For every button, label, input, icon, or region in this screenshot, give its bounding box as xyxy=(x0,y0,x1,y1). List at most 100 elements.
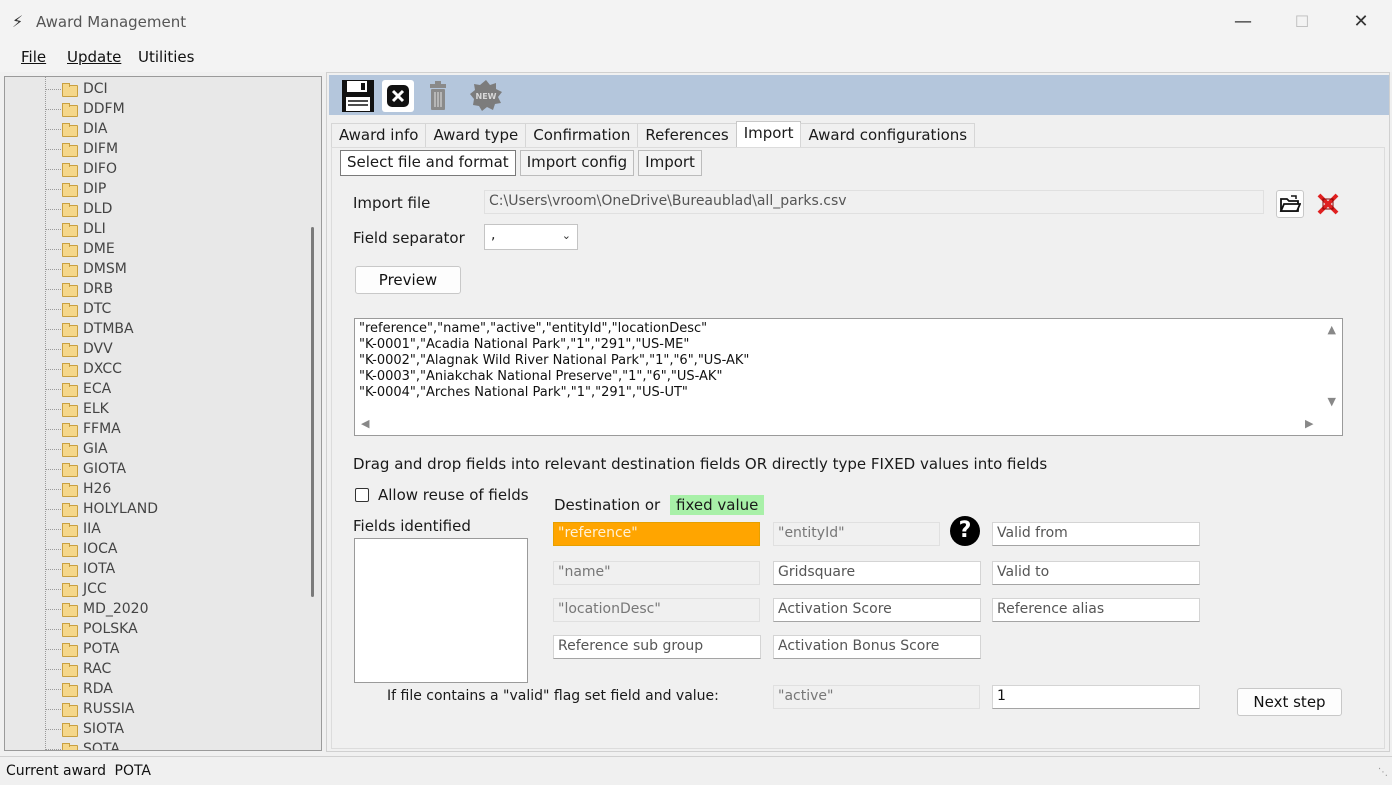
tree-item[interactable]: DIFM xyxy=(45,139,118,159)
tree-item[interactable]: SOTA xyxy=(45,739,120,751)
tab-award-info[interactable]: Award info xyxy=(331,123,427,147)
tree-item[interactable]: DRB xyxy=(45,279,113,299)
tree-item[interactable]: IIA xyxy=(45,519,101,539)
valid-flag-field[interactable]: "active" xyxy=(773,685,980,709)
close-window-button[interactable]: ✕ xyxy=(1346,10,1376,34)
dest-location-desc-field[interactable]: "locationDesc" xyxy=(553,598,760,622)
menu-update[interactable]: Update xyxy=(67,48,121,66)
tree-branch xyxy=(45,368,61,370)
tree-item[interactable]: GIA xyxy=(45,439,108,459)
tree-item[interactable]: DLD xyxy=(45,199,112,219)
dest-reference-field[interactable]: "reference" xyxy=(553,522,760,546)
folder-icon xyxy=(61,722,78,737)
tree-item[interactable]: DIP xyxy=(45,179,106,199)
dest-activation-score-field[interactable]: Activation Score xyxy=(773,598,981,622)
tree-item[interactable]: POLSKA xyxy=(45,619,138,639)
subtab-import-config[interactable]: Import config xyxy=(519,150,635,176)
cancel-button[interactable] xyxy=(381,79,415,113)
folder-icon xyxy=(61,342,78,357)
new-button[interactable]: NEW xyxy=(469,79,503,113)
tree-item[interactable]: H26 xyxy=(45,479,111,499)
tree-branch xyxy=(45,328,61,330)
folder-icon xyxy=(61,202,78,217)
tab-references[interactable]: References xyxy=(637,123,737,147)
tree-item-label: ECA xyxy=(83,381,112,397)
tree-item[interactable]: JCC xyxy=(45,579,107,599)
tree-item[interactable]: FFMA xyxy=(45,419,121,439)
maximize-button[interactable]: ☐ xyxy=(1287,10,1317,34)
menu-file[interactable]: File xyxy=(21,48,46,66)
tree-item[interactable]: MD_2020 xyxy=(45,599,149,619)
folder-icon xyxy=(61,322,78,337)
dest-valid-to-field[interactable]: Valid to xyxy=(992,561,1200,585)
next-step-button[interactable]: Next step xyxy=(1237,688,1342,716)
tree-branch xyxy=(45,108,61,110)
tree-item[interactable]: IOCA xyxy=(45,539,118,559)
tree-item[interactable]: DMSM xyxy=(45,259,127,279)
scroll-down-arrow-icon[interactable]: ▼ xyxy=(1328,395,1336,408)
tree-item[interactable]: DTMBA xyxy=(45,319,134,339)
tree-item[interactable]: DIFO xyxy=(45,159,117,179)
tab-award-type[interactable]: Award type xyxy=(425,123,527,147)
instruction-text: Drag and drop fields into relevant desti… xyxy=(353,455,1048,473)
tree-item[interactable]: DLI xyxy=(45,219,106,239)
dest-entity-id-field[interactable]: "entityId" xyxy=(773,522,940,546)
tree-scrollbar[interactable] xyxy=(311,227,314,597)
subtab-import[interactable]: Import xyxy=(638,150,702,176)
tree-item[interactable]: RUSSIA xyxy=(45,699,134,719)
tree-item[interactable]: POTA xyxy=(45,639,120,659)
delete-button[interactable] xyxy=(421,79,455,113)
tree-item[interactable]: GIOTA xyxy=(45,459,126,479)
save-button[interactable] xyxy=(341,79,375,113)
scroll-right-arrow-icon[interactable]: ▶ xyxy=(1305,417,1313,430)
scroll-up-arrow-icon[interactable]: ▲ xyxy=(1328,323,1336,336)
valid-flag-value-input[interactable]: 1 xyxy=(992,685,1200,709)
preview-line: "K-0001","Acadia National Park","1","291… xyxy=(359,337,690,352)
clear-file-button[interactable] xyxy=(1314,190,1342,218)
tree-item[interactable]: SIOTA xyxy=(45,719,124,739)
scroll-left-arrow-icon[interactable]: ◀ xyxy=(361,417,369,430)
tree-item-label: DTMBA xyxy=(83,321,134,337)
tree-item-label: ELK xyxy=(83,401,109,417)
tab-confirmation[interactable]: Confirmation xyxy=(525,123,639,147)
award-tree[interactable]: DCI DDFM DIA DIFM DIFO DIP DLD DLI DME DMSM DRB DTC… xyxy=(4,76,322,751)
tree-item[interactable]: DTC xyxy=(45,299,111,319)
tree-item[interactable]: DDFM xyxy=(45,99,125,119)
tab-award-configurations[interactable]: Award configurations xyxy=(800,123,976,147)
tree-item[interactable]: DME xyxy=(45,239,115,259)
dest-gridsquare-field[interactable]: Gridsquare xyxy=(773,561,981,585)
tree-item[interactable]: RDA xyxy=(45,679,113,699)
dest-reference-alias-field[interactable]: Reference alias xyxy=(992,598,1200,622)
subtab-select-file[interactable]: Select file and format xyxy=(340,150,516,176)
menu-utilities[interactable]: Utilities xyxy=(138,48,194,66)
tree-item[interactable]: IOTA xyxy=(45,559,115,579)
window-title: Award Management xyxy=(36,13,187,31)
tree-item[interactable]: DXCC xyxy=(45,359,122,379)
browse-file-button[interactable] xyxy=(1276,190,1304,218)
tree-item[interactable]: HOLYLAND xyxy=(45,499,158,519)
dest-activation-bonus-score-field[interactable]: Activation Bonus Score xyxy=(773,635,981,659)
allow-reuse-checkbox[interactable] xyxy=(355,488,369,502)
tree-item-label: MD_2020 xyxy=(83,601,149,617)
tree-item[interactable]: DIA xyxy=(45,119,108,139)
dest-name-field[interactable]: "name" xyxy=(553,561,760,585)
help-icon[interactable]: ? xyxy=(950,516,980,546)
tree-item-label: DVV xyxy=(83,341,113,357)
preview-area[interactable]: "reference","name","active","entityId","… xyxy=(354,318,1343,436)
tree-item-label: FFMA xyxy=(83,421,121,437)
tree-item[interactable]: ELK xyxy=(45,399,109,419)
resize-grip-icon[interactable]: ⋱ xyxy=(1378,767,1388,778)
dest-valid-from-field[interactable]: Valid from xyxy=(992,522,1200,546)
tree-item[interactable]: ECA xyxy=(45,379,111,399)
tree-item-label: SOTA xyxy=(83,741,120,751)
tree-item[interactable]: RAC xyxy=(45,659,111,679)
fields-identified-list[interactable] xyxy=(354,538,528,683)
minimize-button[interactable]: — xyxy=(1228,10,1258,34)
field-separator-select[interactable]: , ⌄ xyxy=(484,224,578,250)
folder-icon xyxy=(61,82,78,97)
tree-item[interactable]: DVV xyxy=(45,339,113,359)
tab-import[interactable]: Import xyxy=(735,121,802,147)
dest-reference-sub-group-field[interactable]: Reference sub group xyxy=(553,635,761,659)
tree-item[interactable]: DCI xyxy=(45,79,108,99)
preview-button[interactable]: Preview xyxy=(355,266,461,294)
